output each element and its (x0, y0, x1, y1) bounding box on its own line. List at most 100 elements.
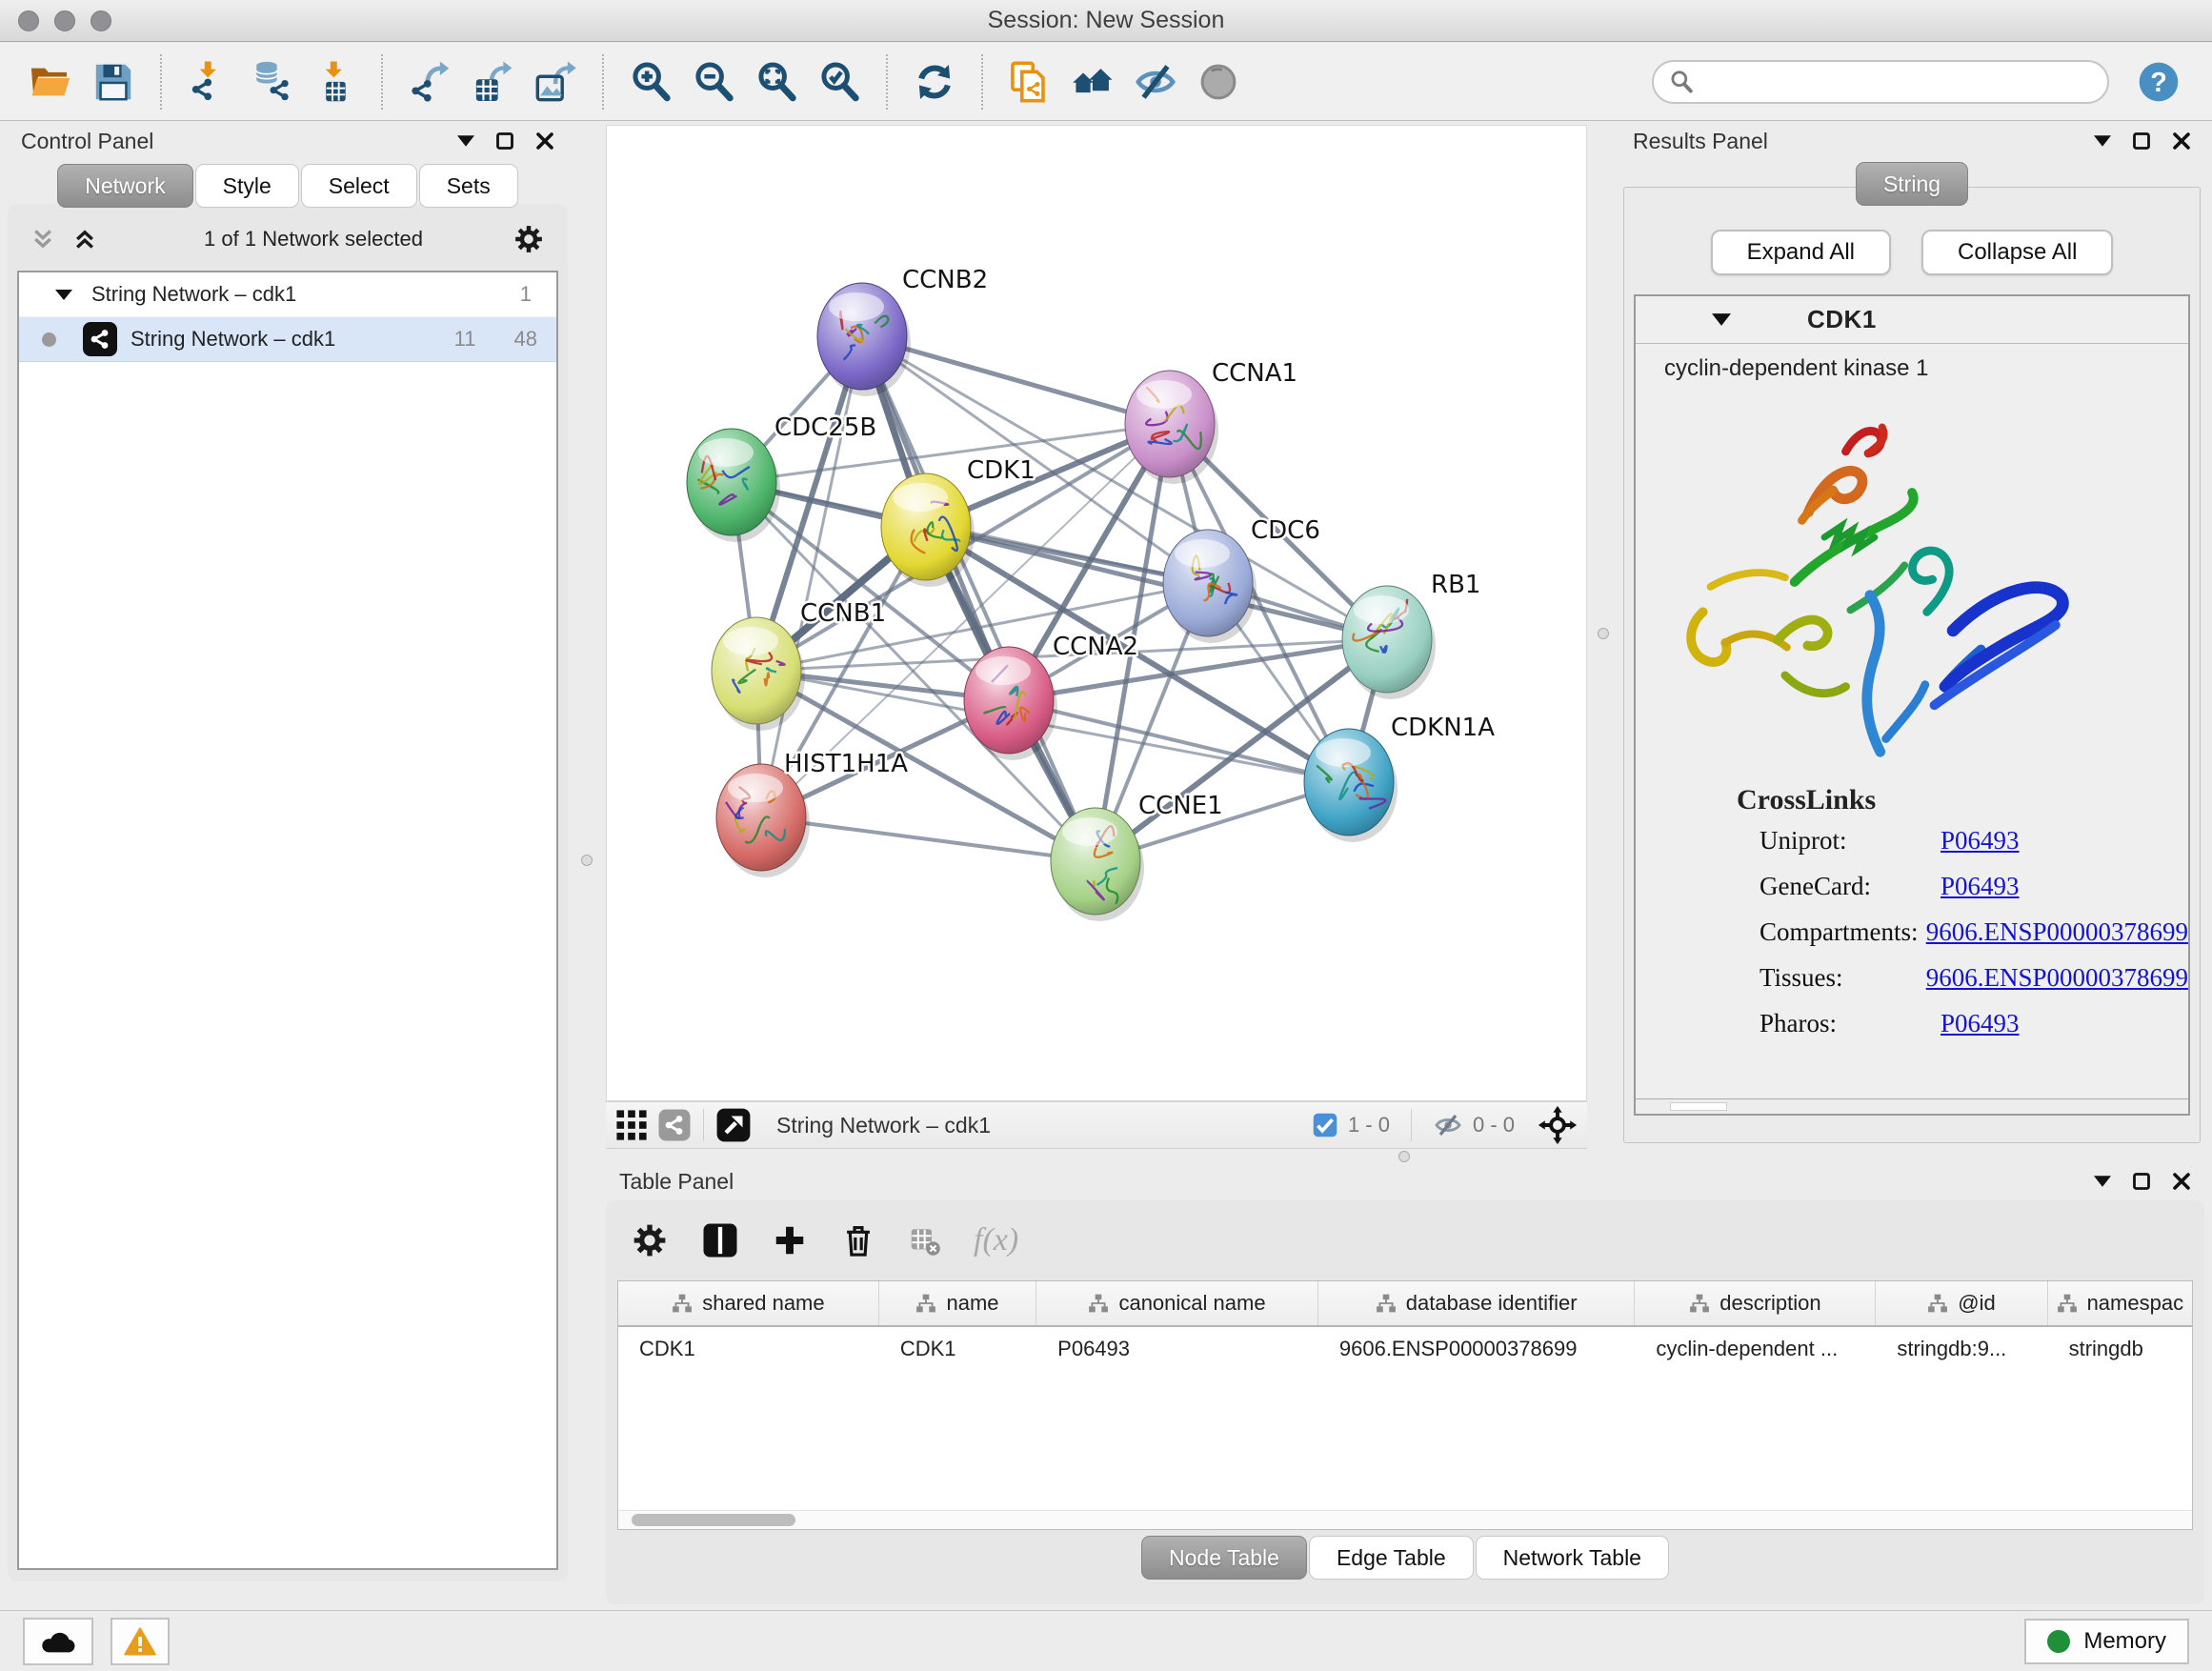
close-panel-icon[interactable] (2172, 131, 2191, 151)
node-label: CDK1 (967, 456, 1036, 485)
cloud-status-button[interactable] (23, 1618, 93, 1665)
save-session-button[interactable] (87, 54, 140, 110)
export-image-button[interactable] (529, 54, 582, 110)
float-panel-icon[interactable] (2132, 1172, 2151, 1191)
network-node-HIST1H1A[interactable] (716, 764, 810, 877)
string-badge-icon[interactable] (657, 1108, 692, 1142)
table-scrollbar-thumb[interactable] (632, 1514, 795, 1526)
export-table-button[interactable] (466, 54, 519, 110)
apply-layout-button[interactable] (908, 54, 961, 110)
hide-unhide-button[interactable] (1129, 54, 1182, 110)
collapse-all-icon[interactable] (30, 227, 55, 252)
column-header-id[interactable]: @id (1876, 1281, 2047, 1325)
network-edge[interactable] (761, 817, 1096, 861)
search-input[interactable] (1703, 70, 2092, 94)
uniprot-link[interactable]: P06493 (1941, 826, 2020, 856)
column-header-description[interactable]: description (1635, 1281, 1876, 1325)
expand-all-button[interactable]: Expand All (1711, 230, 1891, 275)
create-column-plus-icon[interactable] (772, 1222, 808, 1258)
open-in-new-window-icon[interactable] (715, 1107, 752, 1143)
clone-network-button[interactable] (1003, 54, 1056, 110)
network-node-CCNB2[interactable] (817, 283, 911, 396)
network-node-RB1[interactable] (1342, 586, 1436, 699)
float-panel-icon[interactable] (495, 131, 514, 151)
birds-eye-grid-icon[interactable] (615, 1109, 648, 1141)
network-tree: String Network – cdk1 1 String Network –… (17, 271, 558, 1570)
column-header-shared-name[interactable]: shared name (618, 1281, 879, 1325)
pharos-link[interactable]: P06493 (1941, 1009, 2020, 1038)
import-database-icon (250, 60, 293, 104)
close-panel-icon[interactable] (535, 131, 554, 151)
network-edge[interactable] (862, 336, 1096, 861)
warning-status-button[interactable] (111, 1618, 170, 1665)
column-header-name[interactable]: name (879, 1281, 1036, 1325)
open-session-button[interactable] (24, 54, 77, 110)
memory-button[interactable]: Memory (2024, 1619, 2189, 1664)
network-row-selected[interactable]: String Network – cdk1 11 48 (19, 316, 556, 362)
fit-content-crosshair-icon[interactable] (1538, 1105, 1578, 1145)
network-node-CCNA2[interactable] (964, 647, 1057, 760)
show-columns-icon[interactable] (701, 1221, 739, 1259)
help-button[interactable]: ? (2136, 59, 2182, 105)
network-options-gear-icon[interactable] (513, 223, 545, 255)
network-node-CCNE1[interactable] (1051, 808, 1144, 921)
import-table-button[interactable] (308, 54, 361, 110)
results-scrollbar-thumb[interactable] (1670, 1102, 1727, 1111)
table-horizontal-scrollbar[interactable] (618, 1510, 2192, 1529)
close-window-button[interactable] (18, 10, 39, 31)
network-node-CCNA1[interactable] (1125, 371, 1218, 484)
tab-network-table[interactable]: Network Table (1476, 1536, 1669, 1580)
compartments-link[interactable]: 9606.ENSP00000378699 (1926, 917, 2188, 947)
delete-column-trash-icon[interactable] (840, 1222, 876, 1258)
tab-string-results[interactable]: String (1856, 162, 1968, 206)
left-splitter-grip[interactable] (581, 855, 593, 866)
gene-expand-icon[interactable] (1712, 313, 1731, 326)
collapse-all-button[interactable]: Collapse All (1921, 230, 2113, 275)
tab-select[interactable]: Select (301, 164, 417, 208)
network-node-CDC6[interactable] (1163, 530, 1257, 643)
show-graphics-details-button[interactable] (1192, 54, 1245, 110)
zoom-fit-button[interactable] (750, 54, 803, 110)
close-panel-icon[interactable] (2172, 1172, 2191, 1191)
network-node-CDKN1A[interactable] (1304, 729, 1398, 842)
home-button[interactable] (1066, 54, 1119, 110)
panel-menu-icon[interactable] (457, 135, 474, 147)
genecard-link[interactable]: P06493 (1941, 872, 2020, 901)
bottom-splitter-grip[interactable] (1398, 1151, 1410, 1162)
gene-card-header[interactable]: CDK1 (1636, 296, 2188, 344)
zoom-in-button[interactable] (624, 54, 677, 110)
export-network-button[interactable] (403, 54, 456, 110)
tab-sets[interactable]: Sets (419, 164, 518, 208)
tab-network[interactable]: Network (57, 164, 192, 208)
network-collection-row[interactable]: String Network – cdk1 1 (19, 272, 556, 316)
column-header-canonical-name[interactable]: canonical name (1036, 1281, 1318, 1325)
expand-all-icon[interactable] (72, 227, 97, 252)
zoom-fit-icon (754, 60, 798, 104)
collection-expand-icon[interactable] (55, 290, 72, 300)
tab-edge-table[interactable]: Edge Table (1309, 1536, 1474, 1580)
network-canvas[interactable]: CCNB2CCNA1CDC25BCDK1CDC6RB1CCNB1CCNA2CDK… (606, 125, 1587, 1101)
zoom-out-button[interactable] (687, 54, 740, 110)
minimize-window-button[interactable] (54, 10, 75, 31)
tab-node-table[interactable]: Node Table (1141, 1536, 1307, 1580)
right-splitter-grip[interactable] (1598, 628, 1609, 639)
import-network-button[interactable] (182, 54, 235, 110)
table-options-gear-icon[interactable] (631, 1221, 669, 1259)
tissues-link[interactable]: 9606.ENSP00000378699 (1926, 963, 2188, 993)
network-node-CDK1[interactable] (881, 473, 975, 587)
panel-menu-icon[interactable] (2094, 1176, 2111, 1187)
column-header-namespace[interactable]: namespac (2048, 1281, 2192, 1325)
tab-style[interactable]: Style (195, 164, 299, 208)
zoom-window-button[interactable] (90, 10, 111, 31)
table-row[interactable]: CDK1 CDK1 P06493 9606.ENSP00000378699 cy… (618, 1327, 2192, 1371)
results-scrollbar[interactable] (1636, 1098, 2188, 1114)
crosslink-row: GeneCard: P06493 (1636, 872, 2188, 901)
zoom-selected-button[interactable] (813, 54, 866, 110)
network-node-CCNB1[interactable] (712, 617, 805, 731)
import-network-from-database-button[interactable] (245, 54, 298, 110)
column-header-database-identifier[interactable]: database identifier (1318, 1281, 1636, 1325)
network-edge[interactable] (761, 336, 862, 817)
network-view-toolbar: String Network – cdk1 1 - 0 0 - 0 (606, 1101, 1587, 1149)
float-panel-icon[interactable] (2132, 131, 2151, 151)
panel-menu-icon[interactable] (2094, 135, 2111, 147)
